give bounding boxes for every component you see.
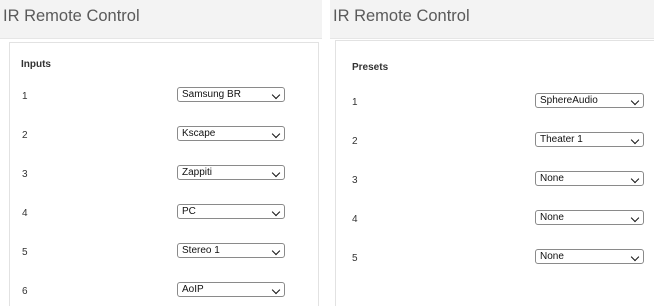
preset-row-2: 2 Theater 1 [336,132,654,152]
select-value: None [540,251,564,262]
preset-number: 2 [352,136,358,147]
panel-header: IR Remote Control [0,0,322,39]
chevron-down-icon [271,285,281,295]
panel-title: IR Remote Control [3,7,140,25]
input-row-3: 3 Zappiti [10,165,318,185]
input-row-6: 6 AoIP [10,282,318,302]
input-3-select[interactable]: Zappiti [177,165,285,180]
preset-1-select[interactable]: SphereAudio [535,93,644,108]
input-row-5: 5 Stereo 1 [10,243,318,263]
input-2-select[interactable]: Kscape [177,126,285,141]
input-number: 5 [22,247,28,258]
input-row-4: 4 PC [10,204,318,224]
preset-row-4: 4 None [336,210,654,230]
inputs-section-label: Inputs [21,59,51,70]
input-6-select[interactable]: AoIP [177,282,285,297]
select-value: Samsung BR [182,89,241,100]
preset-number: 3 [352,175,358,186]
select-value: PC [182,206,196,217]
input-number: 6 [22,286,28,297]
select-value: AoIP [182,284,204,295]
presets-section-label: Presets [352,62,389,73]
panel-title: IR Remote Control [333,7,470,25]
input-4-select[interactable]: PC [177,204,285,219]
preset-3-select[interactable]: None [535,171,644,186]
input-number: 4 [22,208,28,219]
preset-number: 5 [352,253,358,264]
chevron-down-icon [271,207,281,217]
chevron-down-icon [630,135,640,145]
chevron-down-icon [271,168,281,178]
input-row-2: 2 Kscape [10,126,318,146]
chevron-down-icon [271,129,281,139]
preset-4-select[interactable]: None [535,210,644,225]
chevron-down-icon [630,252,640,262]
preset-row-1: 1 SphereAudio [336,93,654,113]
select-value: None [540,173,564,184]
select-value: Zappiti [182,167,213,178]
select-value: Stereo 1 [182,245,220,256]
preset-number: 4 [352,214,358,225]
panel-body: Presets 1 SphereAudio 2 Theater 1 3 None… [335,40,654,306]
select-value: Kscape [182,128,216,139]
input-number: 1 [22,91,28,102]
input-number: 2 [22,130,28,141]
preset-number: 1 [352,97,358,108]
chevron-down-icon [271,90,281,100]
ir-remote-control-panel-presets: IR Remote Control Presets 1 SphereAudio … [330,0,654,306]
select-value: Theater 1 [540,134,583,145]
input-1-select[interactable]: Samsung BR [177,87,285,102]
chevron-down-icon [271,246,281,256]
ir-remote-control-panel-inputs: IR Remote Control Inputs 1 Samsung BR 2 … [0,0,322,306]
chevron-down-icon [630,174,640,184]
select-value: SphereAudio [540,95,598,106]
chevron-down-icon [630,213,640,223]
select-value: None [540,212,564,223]
panel-header: IR Remote Control [330,0,654,39]
input-5-select[interactable]: Stereo 1 [177,243,285,258]
preset-2-select[interactable]: Theater 1 [535,132,644,147]
chevron-down-icon [630,96,640,106]
preset-row-5: 5 None [336,249,654,269]
preset-5-select[interactable]: None [535,249,644,264]
input-number: 3 [22,169,28,180]
input-row-1: 1 Samsung BR [10,87,318,107]
preset-row-3: 3 None [336,171,654,191]
panel-body: Inputs 1 Samsung BR 2 Kscape 3 Zappiti 4 [9,42,319,306]
